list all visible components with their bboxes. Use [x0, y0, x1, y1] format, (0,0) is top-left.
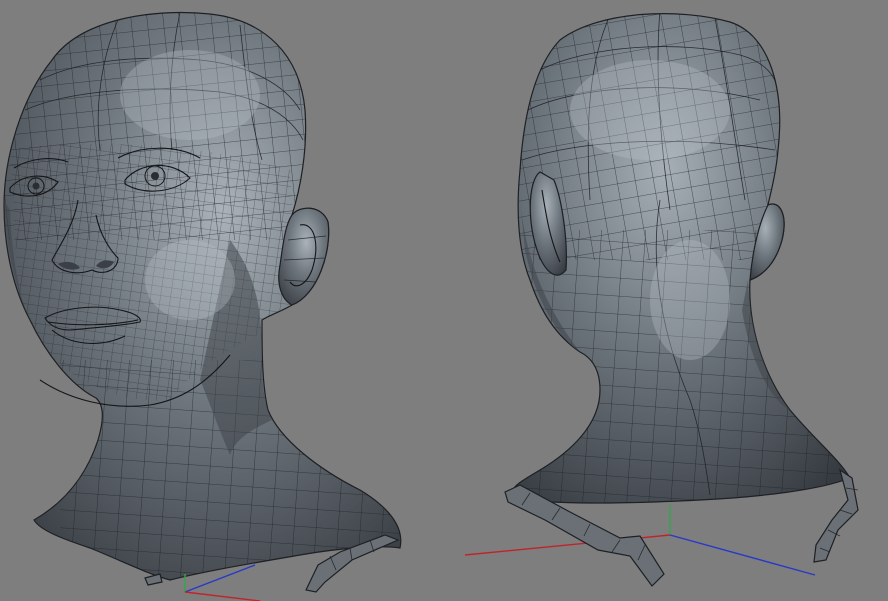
3d-viewport[interactable] — [0, 0, 888, 601]
x-axis-line — [184, 591, 261, 601]
viewport-canvas[interactable] — [0, 0, 888, 601]
z-axis-line-back — [669, 534, 816, 576]
head-mesh-front[interactable] — [0, 0, 420, 590]
head-mesh-back[interactable] — [500, 0, 880, 520]
